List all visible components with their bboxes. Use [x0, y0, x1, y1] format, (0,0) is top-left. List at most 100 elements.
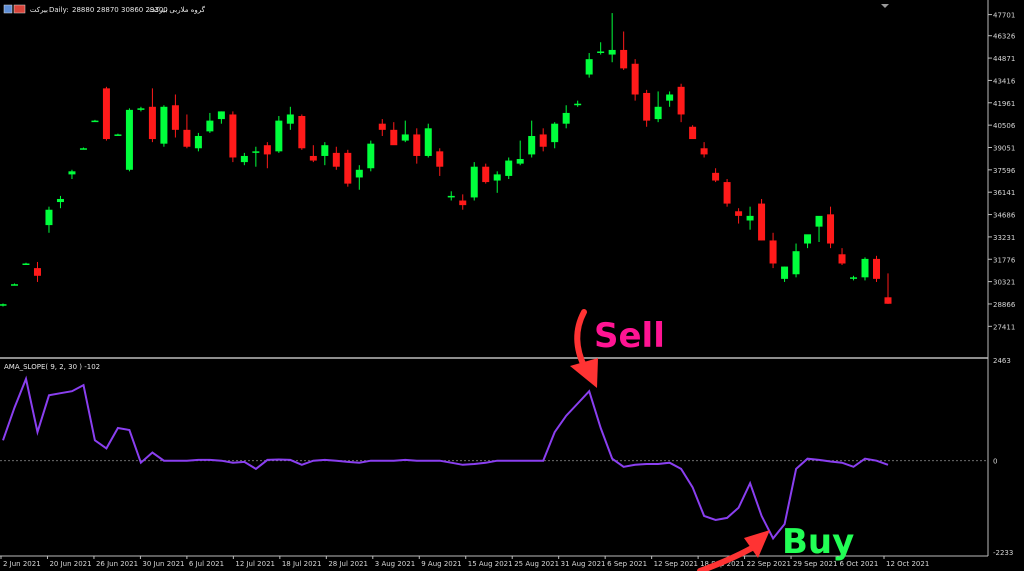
candle-body	[447, 195, 455, 198]
candle-body	[620, 49, 628, 69]
price-tick-label: 41961	[993, 100, 1015, 108]
price-tick-label: 33231	[993, 234, 1015, 242]
candle-body	[493, 174, 501, 181]
time-tick-label: 26 Jun 2021	[96, 560, 138, 568]
candle-body	[148, 106, 156, 140]
candle-body	[689, 126, 697, 140]
candle-body	[137, 108, 145, 110]
symbol-label: بیرکت	[30, 6, 48, 14]
candle	[424, 123, 432, 158]
price-tick-label: 27411	[993, 323, 1015, 331]
candle-body	[171, 105, 179, 130]
candle-body	[68, 171, 76, 175]
candle	[505, 157, 513, 179]
candle-body	[804, 234, 812, 244]
candle	[229, 111, 237, 163]
candle-body	[91, 120, 99, 123]
candle-body	[723, 182, 731, 204]
candle-body	[367, 143, 375, 169]
time-tick-label: 20 Jun 2021	[49, 560, 91, 568]
candle	[125, 108, 133, 172]
candle-body	[758, 203, 766, 241]
candle-body	[0, 304, 7, 306]
price-tick-label: 44871	[993, 55, 1015, 63]
time-tick-label: 18 Jul 2021	[282, 560, 322, 568]
time-tick-label: 31 Aug 2021	[561, 560, 606, 568]
chart-background	[0, 0, 1024, 571]
candle-body	[562, 112, 570, 124]
price-tick-label: 28866	[993, 301, 1016, 309]
candle	[689, 125, 697, 140]
candle-body	[746, 215, 754, 221]
candle	[873, 255, 881, 282]
candle	[723, 179, 731, 207]
candle-body	[217, 111, 225, 120]
candle-body	[608, 49, 616, 55]
candle-body	[424, 128, 432, 156]
candle-body	[677, 86, 685, 115]
candle-body	[735, 211, 743, 216]
indicator-tick-label: 0	[993, 458, 997, 466]
candle-body	[56, 198, 64, 203]
price-tick-label: 39051	[993, 144, 1015, 152]
time-tick-label: 12 Sep 2021	[654, 560, 698, 568]
candle-body	[781, 266, 789, 279]
price-tick-label: 30321	[993, 279, 1015, 287]
sell-label: Sell	[594, 316, 665, 356]
candle	[758, 198, 766, 241]
candle-body	[102, 88, 110, 140]
candle-body	[505, 160, 513, 176]
candle-body	[815, 215, 823, 227]
candle-body	[390, 129, 398, 146]
candle-body	[769, 240, 777, 264]
time-tick-label: 12 Jul 2021	[235, 560, 275, 568]
price-tick-label: 31776	[993, 256, 1016, 264]
candle-body	[332, 152, 340, 167]
candle-body	[850, 277, 858, 279]
candle	[344, 149, 352, 187]
candle-body	[160, 106, 168, 144]
candle-body	[252, 151, 260, 153]
time-tick-label: 2 Jun 2021	[3, 560, 41, 568]
time-tick-label: 6 Sep 2021	[607, 560, 647, 568]
price-tick-label: 36141	[993, 189, 1015, 197]
candle	[160, 105, 168, 147]
candle-body	[309, 155, 317, 161]
candle-body	[344, 152, 352, 184]
price-tick-label: 47701	[993, 12, 1015, 20]
candle-body	[482, 166, 490, 183]
price-tick-label: 37596	[993, 167, 1016, 175]
timeframe-label: Daily:	[49, 6, 69, 14]
candle-body	[22, 263, 30, 265]
candle-body	[275, 120, 283, 152]
candle-body	[528, 135, 536, 155]
candle-body	[194, 135, 202, 149]
candle-body	[792, 251, 800, 275]
time-tick-label: 25 Aug 2021	[514, 560, 559, 568]
candle-body	[712, 172, 720, 181]
candle-body	[10, 284, 18, 286]
price-tick-label: 34686	[993, 212, 1016, 220]
candle-body	[470, 166, 478, 198]
candle-body	[700, 148, 708, 155]
time-tick-label: 3 Aug 2021	[375, 560, 415, 568]
candle-body	[321, 145, 329, 156]
price-tick-label: 46326	[993, 33, 1016, 41]
price-tick-label: 43416	[993, 77, 1016, 85]
candle-body	[413, 134, 421, 156]
candle-body	[666, 94, 674, 101]
candle-body	[597, 51, 605, 53]
candle-body	[183, 129, 191, 147]
candle	[298, 114, 306, 150]
time-tick-label: 12 Oct 2021	[886, 560, 929, 568]
trading-chart: بیرکت Daily: 28880 28870 30860 29300 گرو…	[0, 0, 1024, 571]
indicator-label: AMA_SLOPE( 9, 2, 30 ) -102	[4, 363, 100, 371]
candle-body	[459, 200, 467, 206]
candle-body	[654, 106, 662, 120]
time-tick-label: 15 Aug 2021	[468, 560, 513, 568]
chart-window-icon[interactable]	[3, 4, 13, 14]
candle-body	[585, 59, 593, 75]
candle-body	[240, 155, 248, 163]
candle-body	[286, 114, 294, 124]
price-tick-label: 40506	[993, 122, 1016, 130]
